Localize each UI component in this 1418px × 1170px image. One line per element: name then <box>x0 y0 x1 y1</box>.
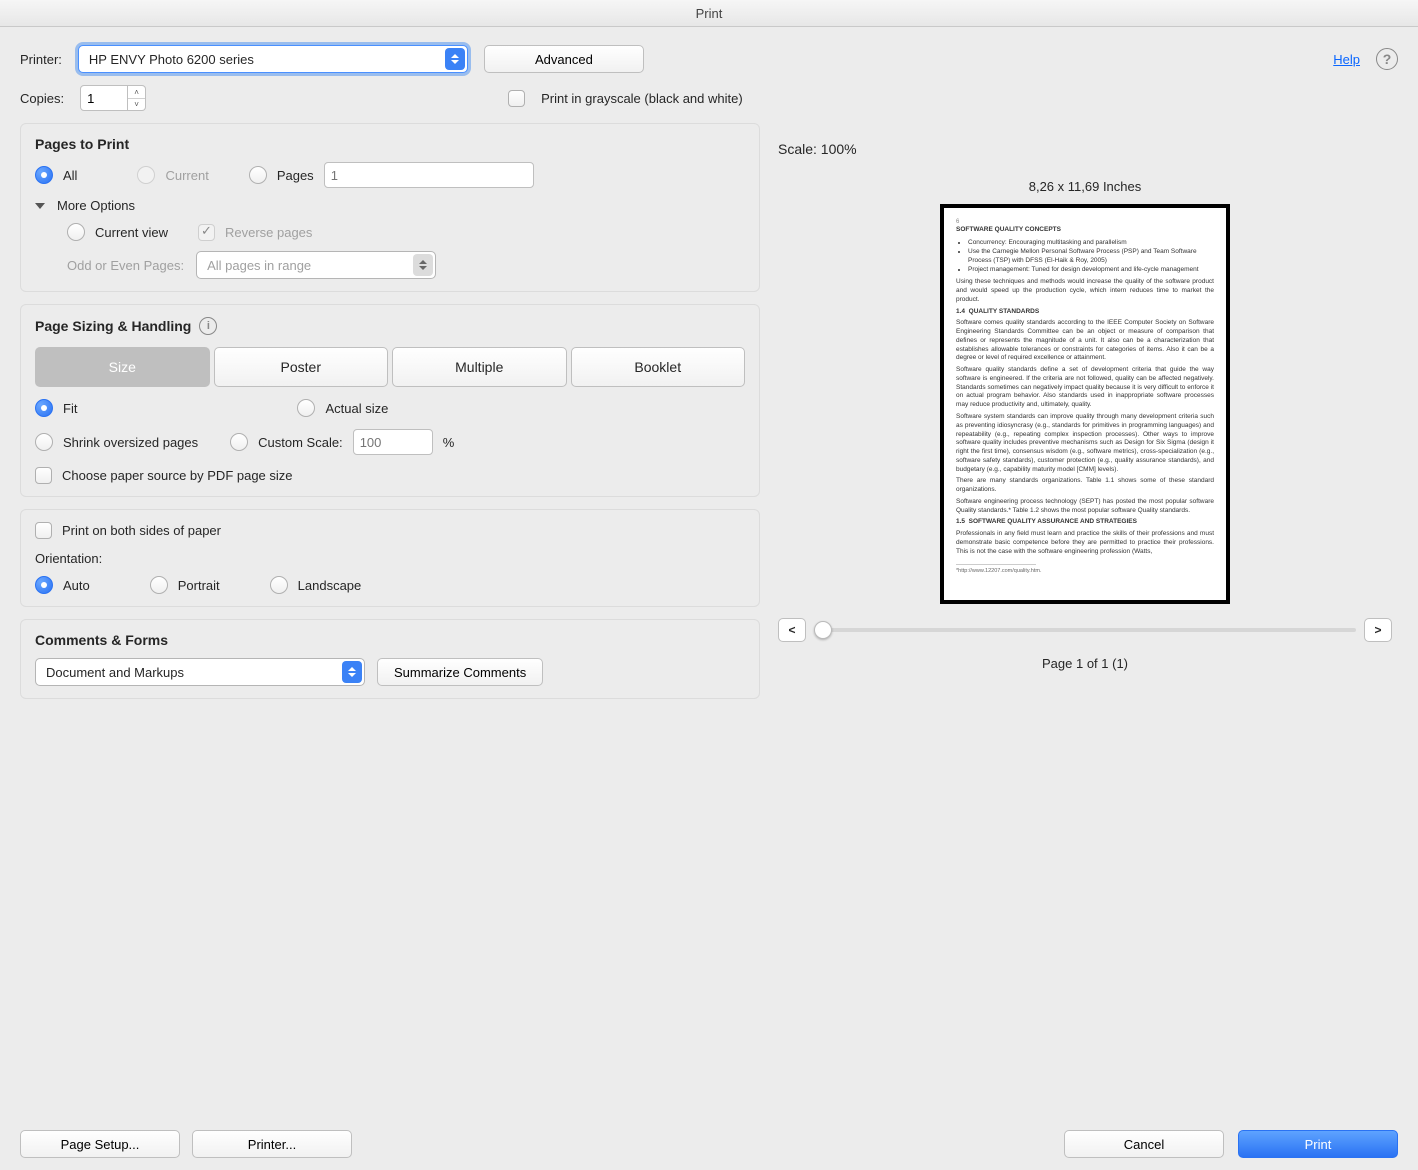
page-count-label: Page 1 of 1 (1) <box>778 656 1392 671</box>
copies-stepper[interactable]: ˄˅ <box>80 85 146 111</box>
odd-even-value: All pages in range <box>207 258 311 273</box>
both-sides-label: Print on both sides of paper <box>62 523 221 538</box>
slider-thumb[interactable] <box>814 621 832 639</box>
pages-all-label: All <box>63 168 77 183</box>
scale-label: Scale: 100% <box>778 141 1392 157</box>
sizing-panel: Page Sizing & Handling i Size Poster Mul… <box>20 304 760 497</box>
pages-heading: Pages to Print <box>35 136 745 152</box>
custom-scale-input[interactable] <box>353 429 433 455</box>
fit-radio[interactable] <box>35 399 53 417</box>
odd-even-label: Odd or Even Pages: <box>67 258 184 273</box>
orientation-auto-label: Auto <box>63 578 90 593</box>
comments-heading: Comments & Forms <box>35 632 745 648</box>
pages-current-label: Current <box>165 168 208 183</box>
printer-value: HP ENVY Photo 6200 series <box>89 52 254 67</box>
pages-panel: Pages to Print All Current Pages <box>20 123 760 292</box>
choose-source-checkbox[interactable] <box>35 467 52 484</box>
cancel-button[interactable]: Cancel <box>1064 1130 1224 1158</box>
help-icon[interactable]: ? <box>1376 48 1398 70</box>
orientation-portrait-radio[interactable] <box>150 576 168 594</box>
select-arrows-icon <box>342 661 362 683</box>
stepper-arrows-icon[interactable]: ˄˅ <box>128 85 146 111</box>
shrink-radio[interactable] <box>35 433 53 451</box>
orientation-portrait-label: Portrait <box>178 578 220 593</box>
comments-value: Document and Markups <box>46 665 184 680</box>
orientation-landscape-label: Landscape <box>298 578 362 593</box>
print-button[interactable]: Print <box>1238 1130 1398 1158</box>
current-view-label: Current view <box>95 225 168 240</box>
info-icon[interactable]: i <box>199 317 217 335</box>
orientation-label: Orientation: <box>35 551 745 566</box>
printer-button[interactable]: Printer... <box>192 1130 352 1158</box>
preview-next-button[interactable]: > <box>1364 618 1392 642</box>
fit-label: Fit <box>63 401 77 416</box>
select-arrows-icon <box>445 48 465 70</box>
percent-label: % <box>443 435 455 450</box>
pages-current-radio[interactable] <box>137 166 155 184</box>
page-dimensions: 8,26 x 11,69 Inches <box>778 179 1392 194</box>
comments-select[interactable]: Document and Markups <box>35 658 365 686</box>
grayscale-checkbox[interactable] <box>508 90 525 107</box>
reverse-pages-checkbox <box>198 224 215 241</box>
comments-panel: Comments & Forms Document and Markups Su… <box>20 619 760 699</box>
choose-source-label: Choose paper source by PDF page size <box>62 468 293 483</box>
tab-poster[interactable]: Poster <box>214 347 389 387</box>
tab-booklet[interactable]: Booklet <box>571 347 746 387</box>
pages-range-input[interactable] <box>324 162 534 188</box>
help-link[interactable]: Help <box>1333 52 1360 67</box>
page-preview: 6 SOFTWARE QUALITY CONCEPTS Concurrency:… <box>940 204 1230 604</box>
tab-multiple[interactable]: Multiple <box>392 347 567 387</box>
actual-size-label: Actual size <box>325 401 388 416</box>
odd-even-select[interactable]: All pages in range <box>196 251 436 279</box>
orientation-auto-radio[interactable] <box>35 576 53 594</box>
pages-all-radio[interactable] <box>35 166 53 184</box>
preview-prev-button[interactable]: < <box>778 618 806 642</box>
copies-input[interactable] <box>80 85 128 111</box>
custom-scale-radio[interactable] <box>230 433 248 451</box>
printer-select[interactable]: HP ENVY Photo 6200 series <box>78 45 468 73</box>
select-arrows-icon <box>413 254 433 276</box>
custom-scale-label: Custom Scale: <box>258 435 343 450</box>
copies-label: Copies: <box>20 91 64 106</box>
both-sides-checkbox[interactable] <box>35 522 52 539</box>
duplex-panel: Print on both sides of paper Orientation… <box>20 509 760 607</box>
shrink-label: Shrink oversized pages <box>63 435 198 450</box>
preview-slider[interactable] <box>814 628 1356 632</box>
disclosure-triangle-icon[interactable] <box>35 203 45 209</box>
orientation-landscape-radio[interactable] <box>270 576 288 594</box>
printer-label: Printer: <box>20 52 62 67</box>
pages-range-radio[interactable] <box>249 166 267 184</box>
tab-size[interactable]: Size <box>35 347 210 387</box>
window-title: Print <box>0 0 1418 27</box>
grayscale-label: Print in grayscale (black and white) <box>541 91 743 106</box>
pages-range-label: Pages <box>277 168 314 183</box>
actual-size-radio[interactable] <box>297 399 315 417</box>
reverse-pages-label: Reverse pages <box>225 225 312 240</box>
current-view-radio[interactable] <box>67 223 85 241</box>
preview-pane: Scale: 100% 8,26 x 11,69 Inches 6 SOFTWA… <box>772 123 1398 1110</box>
more-options-label[interactable]: More Options <box>57 198 135 213</box>
sizing-heading: Page Sizing & Handling <box>35 318 191 334</box>
advanced-button[interactable]: Advanced <box>484 45 644 73</box>
summarize-comments-button[interactable]: Summarize Comments <box>377 658 543 686</box>
page-setup-button[interactable]: Page Setup... <box>20 1130 180 1158</box>
